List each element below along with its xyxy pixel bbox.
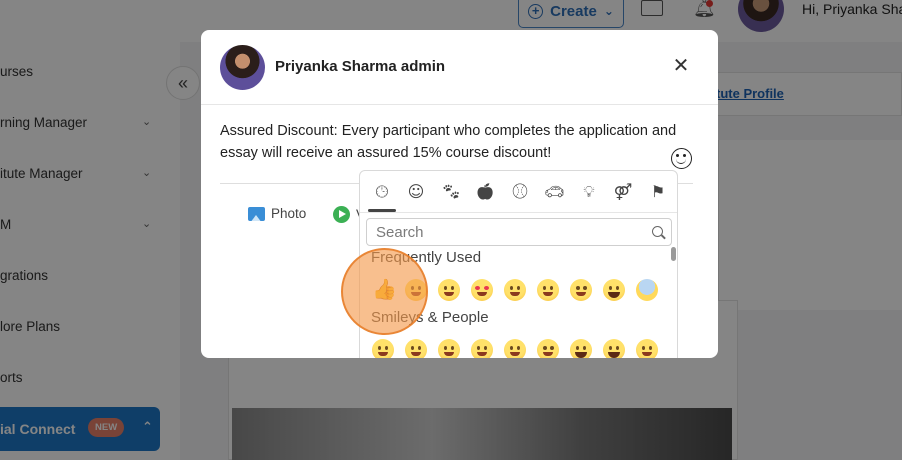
grinning-emoji[interactable] [372,339,394,358]
image-icon [248,206,265,221]
laughing-emoji[interactable] [504,279,526,301]
tears-of-joy-emoji[interactable] [603,339,625,358]
laughing-emoji[interactable] [504,339,526,358]
smileys-icon[interactable]: ☺ [406,182,426,202]
rofl-emoji[interactable] [570,339,592,358]
click-highlight [341,248,428,335]
emoji-picker-toggle-icon[interactable] [671,148,692,169]
photo-button[interactable]: Photo [248,206,306,221]
sweat-smile-emoji[interactable] [537,339,559,358]
grin-emoji[interactable] [471,339,493,358]
recent-icon[interactable]: 🕒︎ [372,182,392,202]
author-name: Priyanka Sharma admin [275,58,446,75]
active-category-indicator [368,209,396,212]
heart-eyes-emoji[interactable] [471,279,493,301]
tears-of-joy-emoji[interactable] [603,279,625,301]
divider [201,104,718,105]
travel-icon[interactable]: 🚗︎ [544,182,564,202]
photo-label: Photo [271,206,307,221]
animals-icon[interactable]: 🐾︎ [441,182,461,202]
emoji-category-bar: 🕒︎ ☺ 🐾︎ 🍎︎ ⚾︎ 🚗︎ 💡︎ ⚤ ⚑ [360,171,677,213]
avatar [220,45,265,90]
symbols-icon[interactable]: ⚤ [613,182,633,202]
objects-icon[interactable]: 💡︎ [579,182,599,202]
zany-emoji[interactable] [537,279,559,301]
post-text-input[interactable]: Assured Discount: Every participant who … [220,120,700,164]
activity-icon[interactable]: ⚾︎ [510,182,530,202]
smileys-row [368,339,668,358]
scream-emoji[interactable] [636,279,658,301]
emoji-search-field[interactable] [366,218,672,246]
food-icon[interactable]: 🍎︎ [475,182,495,202]
smile-emoji[interactable] [438,339,460,358]
emoji-search-input[interactable] [367,219,647,245]
create-post-modal: Priyanka Sharma admin ✕ Assured Discount… [201,30,718,358]
search-icon [652,226,663,237]
close-icon[interactable]: ✕ [671,56,691,76]
play-icon [333,206,350,223]
kissing-wink-emoji[interactable] [438,279,460,301]
slight-smile-emoji[interactable] [636,339,658,358]
smiley-emoji[interactable] [405,339,427,358]
sweat-smile-emoji[interactable] [570,279,592,301]
scrollbar[interactable] [671,247,676,261]
flags-icon[interactable]: ⚑ [648,182,668,202]
